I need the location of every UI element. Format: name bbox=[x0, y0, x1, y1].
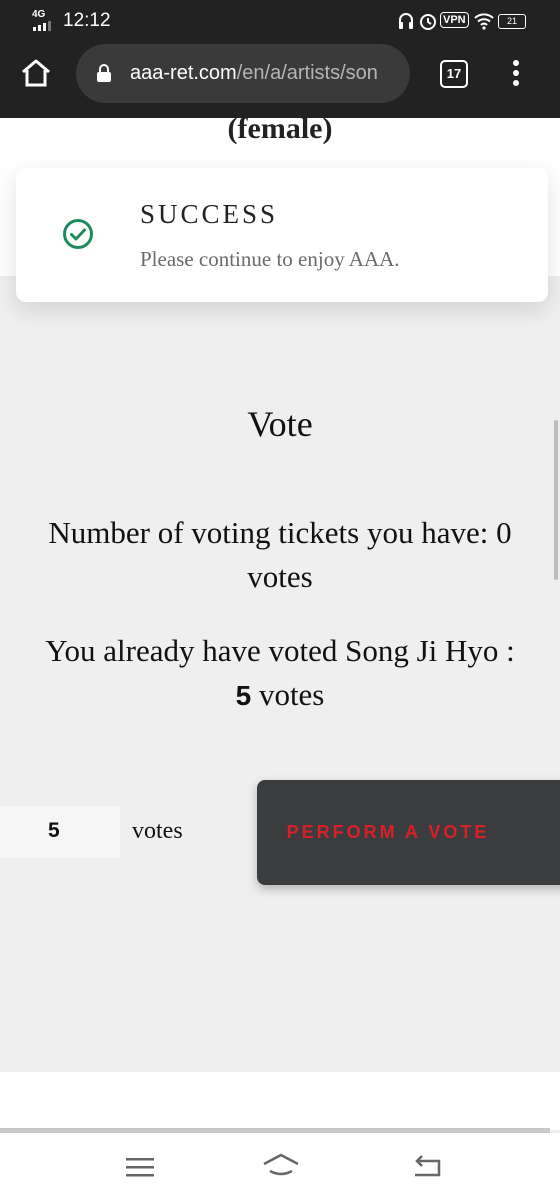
voted-line-1: You already have voted Song Ji Hyo : bbox=[45, 633, 515, 668]
voted-line-2: 5 votes bbox=[0, 673, 560, 718]
url-path: /en/a/artists/son bbox=[236, 62, 378, 84]
tickets-line-2: votes bbox=[247, 559, 313, 594]
url-domain: aaa-ret.com bbox=[130, 62, 237, 84]
clock-time: 12:12 bbox=[63, 10, 111, 31]
more-menu-icon[interactable] bbox=[508, 58, 524, 88]
vote-title: Vote bbox=[247, 404, 313, 444]
lock-icon bbox=[97, 64, 111, 82]
network-indicator: 4G bbox=[32, 9, 46, 20]
vpn-badge: VPN bbox=[440, 12, 469, 28]
battery-indicator: 21 bbox=[498, 14, 526, 29]
success-toast: SUCCESS Please continue to enjoy AAA. bbox=[16, 168, 548, 302]
address-bar[interactable]: aaa-ret.com/en/a/artists/son bbox=[76, 44, 410, 103]
back-icon[interactable] bbox=[412, 1153, 442, 1179]
voted-count: 5 bbox=[235, 680, 252, 711]
tickets-line-1: Number of voting tickets you have: 0 bbox=[48, 515, 512, 550]
status-bar: 4G 12:12 VPN 21 bbox=[0, 0, 560, 44]
vote-quantity-value: 5 bbox=[48, 819, 60, 842]
url-text: aaa-ret.com/en/a/artists/son bbox=[130, 61, 378, 85]
vote-quantity-unit: votes bbox=[132, 818, 183, 844]
system-nav-bar bbox=[0, 1133, 560, 1200]
alarm-icon bbox=[420, 14, 436, 30]
home-icon[interactable] bbox=[20, 58, 52, 88]
home-nav-icon[interactable] bbox=[262, 1153, 300, 1177]
browser-toolbar: aaa-ret.com/en/a/artists/son 17 bbox=[0, 44, 560, 118]
toast-title: SUCCESS bbox=[140, 199, 279, 229]
artist-heading: (female) bbox=[227, 112, 333, 145]
perform-vote-button[interactable]: PERFORM A VOTE bbox=[257, 780, 560, 885]
scrollbar-thumb[interactable] bbox=[554, 420, 558, 580]
toast-message: Please continue to enjoy AAA. bbox=[140, 247, 400, 271]
signal-icon bbox=[33, 21, 51, 31]
check-circle-icon bbox=[63, 219, 93, 249]
wifi-icon bbox=[474, 13, 494, 30]
tab-switcher-button[interactable]: 17 bbox=[440, 60, 468, 88]
voted-unit: votes bbox=[251, 677, 325, 712]
menu-icon[interactable] bbox=[126, 1157, 154, 1177]
vote-quantity-input[interactable] bbox=[0, 806, 120, 858]
page-footer bbox=[0, 1072, 560, 1130]
headphones-icon bbox=[399, 13, 413, 29]
